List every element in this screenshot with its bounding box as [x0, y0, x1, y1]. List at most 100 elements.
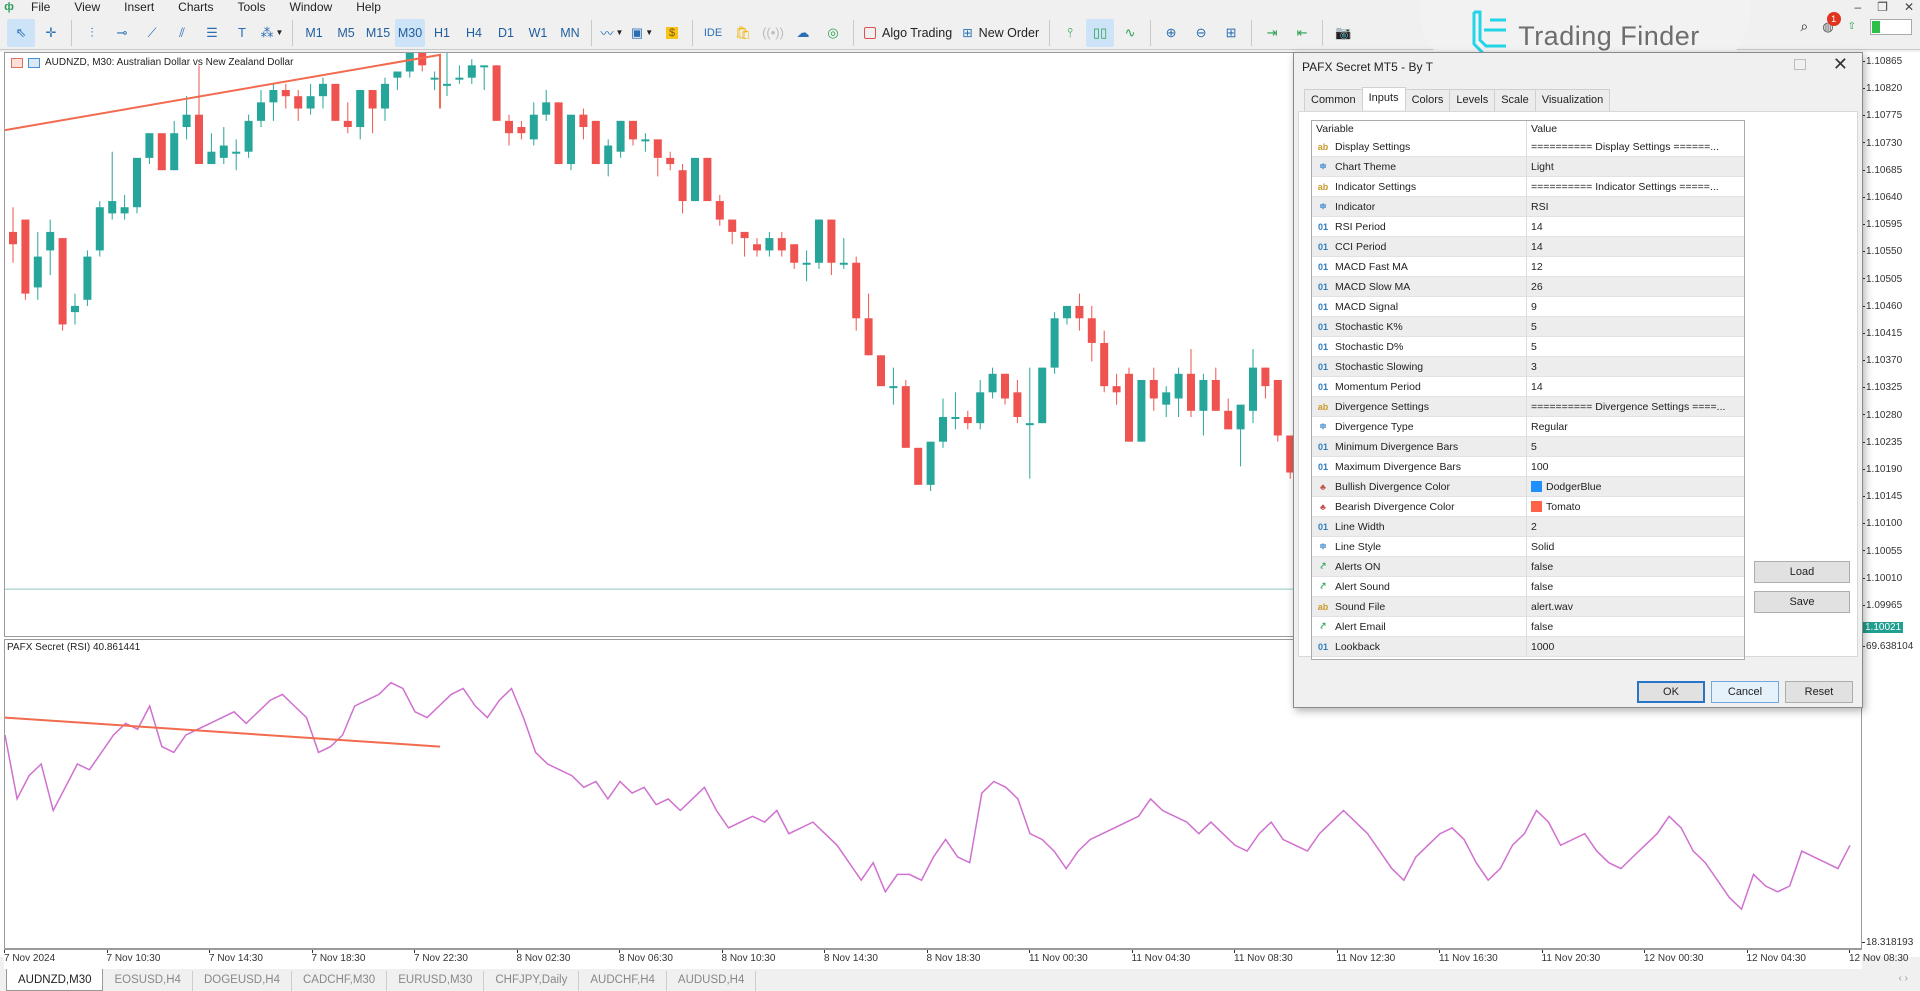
vps-button[interactable]: ☁	[789, 19, 817, 47]
param-value-cell[interactable]: ========== Display Settings ======...	[1527, 137, 1744, 156]
param-value-cell[interactable]: 3	[1527, 357, 1744, 376]
param-row[interactable]: 01 RSI Period 14	[1312, 217, 1744, 237]
screenshot-button[interactable]: 📷	[1329, 19, 1357, 47]
param-row[interactable]: 01 Stochastic K% 5	[1312, 317, 1744, 337]
tab-colors[interactable]: Colors	[1404, 89, 1451, 112]
param-value-cell[interactable]: 5	[1527, 337, 1744, 356]
symbol-tab[interactable]: CHFJPY,Daily	[484, 971, 580, 991]
param-row[interactable]: ab Indicator Settings ========== Indicator…	[1312, 177, 1744, 197]
timeframe-d1[interactable]: D1	[491, 19, 521, 47]
search-icon[interactable]: ⌕	[1800, 18, 1808, 35]
timeframe-m1[interactable]: M1	[299, 19, 329, 47]
menu-insert[interactable]: Insert	[111, 0, 165, 14]
signals-button[interactable]: ((•))	[759, 19, 787, 47]
timeframe-mn[interactable]: MN	[555, 19, 585, 47]
param-value-cell[interactable]: Regular	[1527, 417, 1744, 436]
param-row[interactable]: ab Sound File alert.wav	[1312, 597, 1744, 617]
symbol-tab[interactable]: AUDCHF,H4	[579, 971, 667, 991]
algo-trading-button[interactable]: Algo Trading	[860, 19, 956, 47]
param-row[interactable]: 01 Line Width 2	[1312, 517, 1744, 537]
timeframe-m30[interactable]: M30	[395, 18, 425, 47]
param-value-cell[interactable]: 14	[1527, 237, 1744, 256]
menu-window[interactable]: Window	[277, 0, 344, 14]
param-value-cell[interactable]: Light	[1527, 157, 1744, 176]
tile-windows-button[interactable]: ⊞	[1217, 19, 1245, 47]
menu-help[interactable]: Help	[343, 0, 392, 14]
market-button[interactable]: $	[658, 19, 686, 47]
param-row[interactable]: ⤤ Alert Sound false	[1312, 577, 1744, 597]
param-value-cell[interactable]: Tomato	[1527, 497, 1744, 516]
param-row[interactable]: ≑ Indicator RSI	[1312, 197, 1744, 217]
param-value-cell[interactable]: alert.wav	[1527, 597, 1744, 616]
line-chart-button[interactable]: ∿	[1116, 19, 1144, 47]
param-value-cell[interactable]: ========== Divergence Settings ====...	[1527, 397, 1744, 416]
param-row[interactable]: 01 Lookback 1000	[1312, 637, 1744, 657]
shop-button[interactable]: 🛍	[729, 19, 757, 47]
cancel-button[interactable]: Cancel	[1711, 681, 1779, 703]
param-row[interactable]: 01 CCI Period 14	[1312, 237, 1744, 257]
horizontal-line-button[interactable]: ⊸	[108, 19, 136, 47]
menu-charts[interactable]: Charts	[165, 0, 224, 14]
trendline-button[interactable]: ⟋	[138, 19, 166, 47]
tab-common[interactable]: Common	[1304, 89, 1363, 112]
menu-tools[interactable]: Tools	[225, 0, 277, 14]
tab-levels[interactable]: Levels	[1449, 89, 1496, 112]
timeframe-m15[interactable]: M15	[363, 19, 393, 47]
timeframe-w1[interactable]: W1	[523, 19, 553, 47]
vertical-line-button[interactable]: ⫶	[78, 19, 106, 47]
param-value-cell[interactable]: 12	[1527, 257, 1744, 276]
symbol-tab[interactable]: EOSUSD,H4	[103, 971, 193, 991]
ok-button[interactable]: OK	[1637, 681, 1705, 703]
param-value-cell[interactable]: 9	[1527, 297, 1744, 316]
param-row[interactable]: 01 MACD Slow MA 26	[1312, 277, 1744, 297]
zoom-out-button[interactable]: ⊖	[1187, 19, 1215, 47]
param-row[interactable]: ≑ Chart Theme Light	[1312, 157, 1744, 177]
param-row[interactable]: ≑ Line Style Solid	[1312, 537, 1744, 557]
ide-button[interactable]: IDE	[699, 19, 727, 47]
tab-scroll-buttons[interactable]: ‹ ›	[1899, 973, 1908, 984]
timeframe-m5[interactable]: M5	[331, 19, 361, 47]
menu-file[interactable]: File	[18, 0, 61, 14]
param-value-cell[interactable]: 2	[1527, 517, 1744, 536]
shapes-button[interactable]: ⁂ ▼	[258, 19, 286, 47]
maximize-icon[interactable]	[1794, 59, 1806, 70]
time-axis[interactable]: 7 Nov 2024 7 Nov 10:30 7 Nov 14:30 7 Nov 18…	[4, 949, 1909, 969]
menu-view[interactable]: View	[61, 0, 111, 14]
timeframe-h1[interactable]: H1	[427, 19, 457, 47]
param-row[interactable]: ♣ Bullish Divergence Color DodgerBlue	[1312, 477, 1744, 497]
bar-chart-button[interactable]: ⫯	[1056, 19, 1084, 47]
chart-shift-button[interactable]: ⇤	[1288, 19, 1316, 47]
cursor-tool-button[interactable]: ⇖	[7, 18, 35, 47]
save-button[interactable]: Save	[1754, 591, 1850, 613]
param-value-cell[interactable]: false	[1527, 617, 1744, 636]
reset-button[interactable]: Reset	[1785, 681, 1853, 703]
param-row[interactable]: 01 Maximum Divergence Bars 100	[1312, 457, 1744, 477]
channel-button[interactable]: ⫽	[168, 19, 196, 47]
param-row[interactable]: ♣ Bearish Divergence Color Tomato	[1312, 497, 1744, 517]
tab-visualization[interactable]: Visualization	[1534, 89, 1611, 112]
minimize-icon[interactable]: –	[1854, 0, 1861, 14]
zoom-in-button[interactable]: ⊕	[1157, 19, 1185, 47]
param-row[interactable]: ab Display Settings ========== Display Set…	[1312, 137, 1744, 157]
tab-inputs[interactable]: Inputs	[1361, 87, 1406, 110]
param-value-cell[interactable]: 14	[1527, 217, 1744, 236]
symbol-tab[interactable]: AUDNZD,M30	[6, 969, 104, 991]
param-value-cell[interactable]: ========== Indicator Settings =====...	[1527, 177, 1744, 196]
symbol-tab[interactable]: EURUSD,M30	[387, 971, 485, 991]
param-value-cell[interactable]: false	[1527, 577, 1744, 596]
price-axis[interactable]: 1.10021 1.10865 1.10820 1.10775 1.10730 1.10…	[1862, 52, 1920, 949]
param-row[interactable]: 01 Momentum Period 14	[1312, 377, 1744, 397]
param-row[interactable]: 01 MACD Signal 9	[1312, 297, 1744, 317]
param-value-cell[interactable]: 26	[1527, 277, 1744, 296]
param-value-cell[interactable]: RSI	[1527, 197, 1744, 216]
param-row[interactable]: 01 Stochastic D% 5	[1312, 337, 1744, 357]
new-order-button[interactable]: ⊞ New Order	[958, 19, 1043, 47]
param-row[interactable]: ⤤ Alert Email false	[1312, 617, 1744, 637]
close-icon[interactable]: ✕	[1904, 0, 1914, 14]
param-value-cell[interactable]: 5	[1527, 317, 1744, 336]
param-value-cell[interactable]: 1000	[1527, 637, 1744, 656]
notifications-button[interactable]: ◍ 1	[1822, 11, 1841, 35]
symbol-tab[interactable]: AUDUSD,H4	[667, 971, 757, 991]
restore-icon[interactable]: ❐	[1877, 0, 1888, 14]
param-row[interactable]: 01 MACD Fast MA 12	[1312, 257, 1744, 277]
